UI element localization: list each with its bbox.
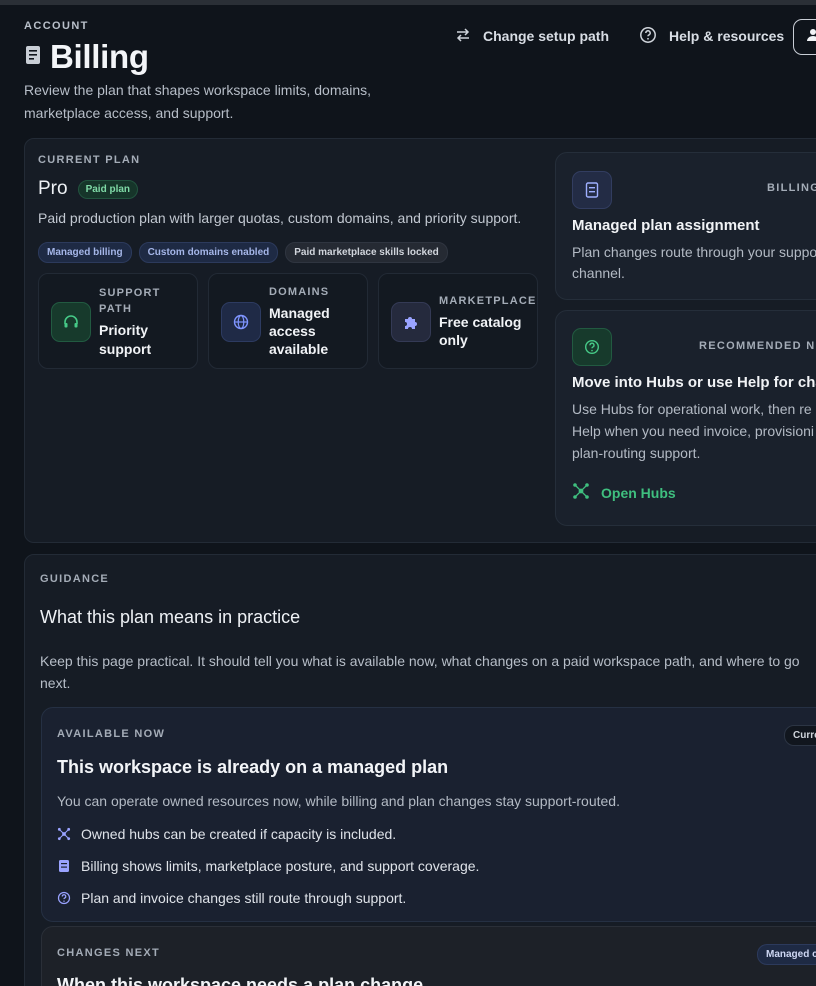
- guidance-description: Keep this page practical. It should tell…: [40, 653, 800, 691]
- bullet-billing-limits: Billing shows limits, marketplace postur…: [57, 858, 479, 874]
- stat-key-path: PATH: [99, 303, 133, 315]
- receipt-icon: [24, 45, 42, 70]
- receipt-icon: [57, 859, 71, 873]
- recommended-card: RECOMMENDED NEX Move into Hubs or use He…: [555, 310, 816, 526]
- stat-value-support: support: [99, 341, 152, 357]
- plan-name-row: Pro Paid plan: [38, 178, 139, 200]
- bullet-plan-invoice-text: Plan and invoice changes still route thr…: [81, 890, 407, 906]
- headset-icon: [51, 302, 91, 342]
- bullet-plan-invoice: Plan and invoice changes still route thr…: [57, 890, 406, 906]
- swap-arrows-icon: [455, 27, 471, 45]
- recommended-card-tag: RECOMMENDED NEX: [699, 340, 816, 352]
- stat-value-access: access: [269, 323, 316, 339]
- guidance-title: What this plan means in practice: [40, 607, 301, 627]
- open-hubs-link[interactable]: Open Hubs: [572, 482, 676, 503]
- plan-tags: Managed billing Custom domains enabled P…: [38, 242, 448, 263]
- stat-key-marketplace: MARKETPLACE: [439, 295, 537, 307]
- billing-card-body-line1: Plan changes route through your suppo: [572, 244, 816, 260]
- stat-key-support: SUPPORT: [99, 287, 161, 299]
- available-now-title: This workspace is already on a managed p…: [57, 757, 449, 777]
- recommended-body-line3: plan-routing support.: [572, 445, 701, 461]
- tag-custom-domains: Custom domains enabled: [138, 242, 279, 263]
- bullet-owned-hubs: Owned hubs can be created if capacity is…: [57, 826, 396, 842]
- globe-icon: [221, 302, 261, 342]
- hub-network-icon: [572, 482, 590, 503]
- help-resources-button[interactable]: Help & resources: [639, 18, 784, 54]
- recommended-body-line1: Use Hubs for operational work, then re: [572, 401, 812, 417]
- help-resources-label: Help & resources: [669, 28, 785, 44]
- section-eyebrow: ACCOUNT: [24, 20, 89, 32]
- puzzle-icon: [391, 302, 431, 342]
- page-subtitle: Review the plan that shapes workspace li…: [24, 82, 372, 121]
- current-plan-label: CURRENT PLAN: [38, 154, 141, 166]
- user-icon: [806, 28, 816, 47]
- page-title-row: Billing: [24, 38, 149, 76]
- stat-key-domains: DOMAINS: [269, 286, 330, 298]
- stat-value-only: only: [439, 332, 468, 348]
- tag-managed-billing: Managed billing: [38, 242, 132, 263]
- billing-card-title: Managed plan assignment: [572, 217, 760, 234]
- user-menu-button[interactable]: [793, 19, 816, 55]
- guidance-label: GUIDANCE: [40, 573, 110, 585]
- plan-description: Paid production plan with larger quotas,…: [38, 210, 522, 226]
- help-circle-icon: [57, 891, 71, 905]
- plan-name: Pro: [38, 178, 68, 199]
- changes-next-title: When this workspace needs a plan change: [57, 975, 424, 986]
- top-divider: [0, 0, 816, 5]
- tag-marketplace-locked: Paid marketplace skills locked: [285, 242, 448, 263]
- paid-plan-badge: Paid plan: [77, 179, 139, 199]
- bullet-owned-hubs-text: Owned hubs can be created if capacity is…: [81, 826, 397, 842]
- changes-next-label: CHANGES NEXT: [57, 947, 160, 959]
- stat-marketplace: MARKETPLACE Free catalog only: [378, 273, 538, 369]
- stat-value-available: available: [269, 341, 329, 357]
- billing-card-body-line2: channel.: [572, 265, 625, 281]
- billing-card-tag: BILLING: [767, 182, 816, 194]
- stat-value-managed: Managed: [269, 305, 330, 321]
- available-now-label: AVAILABLE NOW: [57, 728, 166, 740]
- hub-network-icon: [57, 827, 71, 841]
- change-setup-path-button[interactable]: Change setup path: [455, 18, 609, 54]
- page-title: Billing: [50, 38, 149, 75]
- stat-value-free-catalog: Free catalog: [439, 314, 522, 330]
- bullet-billing-limits-text: Billing shows limits, marketplace postur…: [81, 858, 480, 874]
- stat-value-priority: Priority: [99, 322, 149, 338]
- stat-domains: DOMAINS Managed access available: [208, 273, 368, 369]
- billing-card: BILLING Managed plan assignment Plan cha…: [555, 152, 816, 300]
- open-hubs-label: Open Hubs: [601, 484, 676, 501]
- change-setup-path-label: Change setup path: [483, 28, 610, 44]
- recommended-body-line2: Help when you need invoice, provisioni: [572, 423, 815, 439]
- stat-support-path: SUPPORT PATH Priority support: [38, 273, 198, 369]
- help-circle-icon: [639, 26, 657, 47]
- managed-pill: Managed cl: [757, 944, 816, 965]
- receipt-icon: [572, 171, 612, 209]
- help-circle-icon: [572, 328, 612, 366]
- available-now-description: You can operate owned resources now, whi…: [57, 793, 620, 809]
- current-pill: Curre: [784, 725, 816, 746]
- header-actions: Change setup path Help & resources: [455, 18, 784, 54]
- recommended-card-title: Move into Hubs or use Help for chan: [572, 374, 816, 391]
